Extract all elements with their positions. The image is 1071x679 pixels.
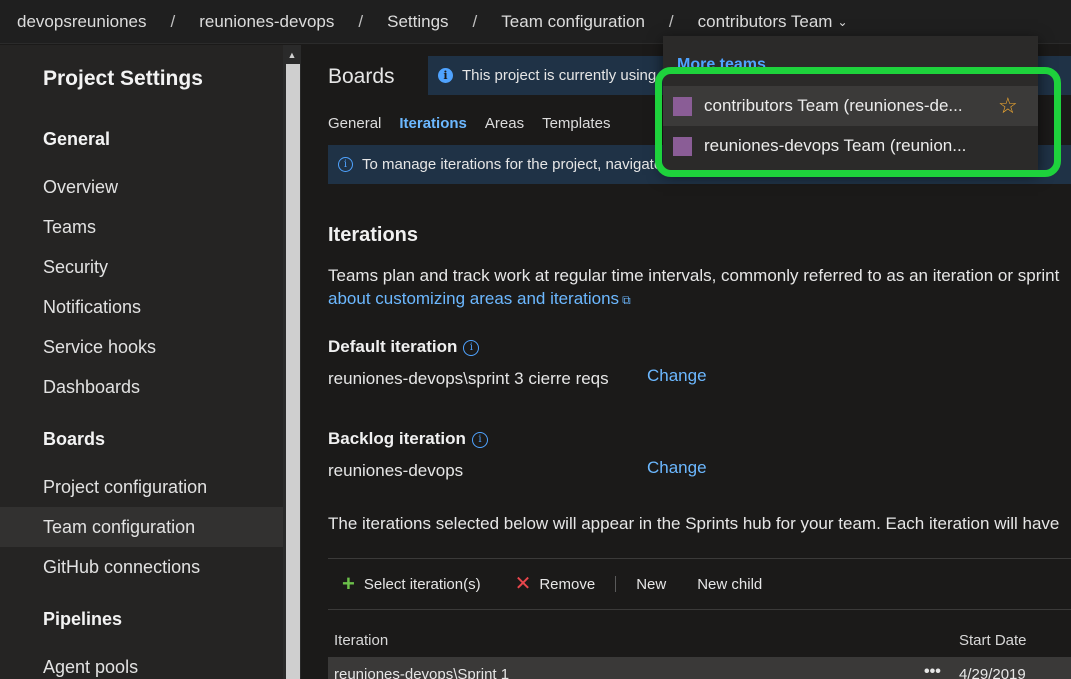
change-backlog-iteration-link[interactable]: Change — [647, 458, 707, 478]
breadcrumb-organization[interactable]: devopsreuniones — [17, 12, 146, 32]
section-title: Iterations — [328, 224, 419, 246]
more-teams-header: More teams — [677, 56, 766, 73]
sidebar-item-dashboards[interactable]: Dashboards — [0, 367, 283, 407]
breadcrumb-separator: / — [170, 11, 176, 31]
team-option-contributors[interactable]: contributors Team (reuniones-de... ☆ — [663, 86, 1038, 126]
close-icon: ✕ — [514, 573, 532, 595]
sidebar-section-general: General — [43, 129, 111, 149]
table-row[interactable]: reuniones-devops\Sprint 1 ••• 4/29/2019 — [328, 657, 1071, 679]
iterations-toolbar: + Select iteration(s) ✕ Remove New New c… — [328, 558, 1071, 610]
external-link-icon: ⧉ — [622, 293, 631, 307]
sidebar-item-agent-pools[interactable]: Agent pools — [0, 647, 283, 679]
customizing-iterations-link[interactable]: about customizing areas and iterations ⧉ — [328, 289, 631, 309]
team-avatar-icon — [673, 96, 692, 116]
sidebar-item-security[interactable]: Security — [0, 247, 283, 287]
team-option-label: reuniones-devops Team (reunion... — [704, 136, 967, 155]
change-default-iteration-link[interactable]: Change — [647, 366, 707, 386]
info-icon: i — [338, 157, 353, 172]
new-button[interactable]: New — [636, 576, 666, 593]
default-iteration-label-text: Default iteration — [328, 337, 458, 356]
team-dropdown: More teams contributors Team (reuniones-… — [663, 36, 1038, 171]
breadcrumb-separator: / — [358, 11, 364, 31]
info-banner-text: This project is currently using — [462, 67, 657, 84]
sidebar-item-service-hooks[interactable]: Service hooks — [0, 327, 283, 367]
sidebar-section-boards: Boards — [43, 429, 106, 449]
info-icon[interactable]: i — [471, 431, 488, 448]
select-iterations-button[interactable]: + Select iteration(s) — [328, 573, 481, 595]
sprints-hub-note: The iterations selected below will appea… — [328, 514, 1060, 533]
sidebar: Project Settings General Overview Teams … — [0, 45, 283, 679]
breadcrumb-settings[interactable]: Settings — [387, 12, 448, 32]
backlog-iteration-label: Backlog iteration i — [328, 429, 488, 449]
team-avatar-icon — [673, 136, 692, 156]
sidebar-item-teams[interactable]: Teams — [0, 207, 283, 247]
column-header-start-date[interactable]: Start Date — [959, 632, 1027, 649]
sidebar-item-github-connections[interactable]: GitHub connections — [0, 547, 283, 587]
new-label: New — [636, 575, 667, 593]
default-iteration-value: reuniones-devops\sprint 3 cierre reqs — [328, 369, 609, 388]
plus-icon: + — [342, 571, 355, 596]
sidebar-item-notifications[interactable]: Notifications — [0, 287, 283, 327]
new-child-button[interactable]: New child — [697, 576, 762, 593]
iteration-name: reuniones-devops\Sprint 1 — [334, 666, 510, 679]
select-iterations-label: Select iteration(s) — [363, 575, 481, 593]
sidebar-item-project-configuration[interactable]: Project configuration — [0, 467, 283, 507]
remove-label: Remove — [539, 575, 596, 593]
sidebar-item-overview[interactable]: Overview — [0, 167, 283, 207]
remove-button[interactable]: ✕ Remove — [481, 574, 596, 594]
breadcrumb-project[interactable]: reuniones-devops — [199, 12, 334, 32]
team-selector-label: contributors Team — [697, 11, 833, 31]
tab-templates[interactable]: Templates — [542, 115, 610, 132]
tab-iterations[interactable]: Iterations — [399, 115, 467, 132]
team-selector[interactable]: contributors Team ⌄ — [698, 12, 848, 32]
scroll-up-arrow-icon[interactable]: ▲ — [285, 50, 299, 60]
sidebar-item-team-configuration[interactable]: Team configuration — [0, 507, 283, 547]
info-icon: i — [438, 68, 453, 83]
breadcrumb-separator: / — [472, 11, 478, 31]
new-child-label: New child — [697, 575, 763, 593]
manage-iterations-text: To manage iterations for the project, na… — [362, 156, 663, 173]
column-header-iteration[interactable]: Iteration — [334, 632, 388, 649]
iterations-description: Teams plan and track work at regular tim… — [328, 266, 1060, 285]
backlog-iteration-value: reuniones-devops — [328, 461, 464, 480]
team-option-label: contributors Team (reuniones-de... — [704, 96, 963, 115]
tab-areas[interactable]: Areas — [485, 115, 524, 132]
info-icon[interactable]: i — [463, 339, 480, 356]
sidebar-section-pipelines: Pipelines — [43, 609, 123, 629]
chevron-down-icon: ⌄ — [837, 15, 848, 30]
page-title: Boards — [328, 65, 395, 88]
breadcrumb-separator: / — [668, 11, 674, 31]
tab-general[interactable]: General — [328, 115, 381, 132]
breadcrumb-team-configuration[interactable]: Team configuration — [501, 12, 645, 32]
iteration-start-date: 4/29/2019 — [959, 666, 1026, 679]
default-iteration-label: Default iteration i — [328, 337, 480, 357]
team-option-reuniones-devops[interactable]: reuniones-devops Team (reunion... — [663, 126, 1038, 166]
sidebar-title: Project Settings — [43, 67, 203, 90]
more-actions-icon[interactable]: ••• — [924, 663, 941, 679]
tab-bar: General Iterations Areas Templates — [328, 115, 628, 132]
favorite-star-icon[interactable]: ☆ — [998, 93, 1018, 119]
sidebar-scrollbar-thumb[interactable] — [286, 64, 300, 679]
customizing-iterations-link-text: about customizing areas and iterations — [328, 289, 620, 308]
toolbar-divider — [615, 576, 617, 592]
backlog-iteration-label-text: Backlog iteration — [328, 429, 466, 448]
